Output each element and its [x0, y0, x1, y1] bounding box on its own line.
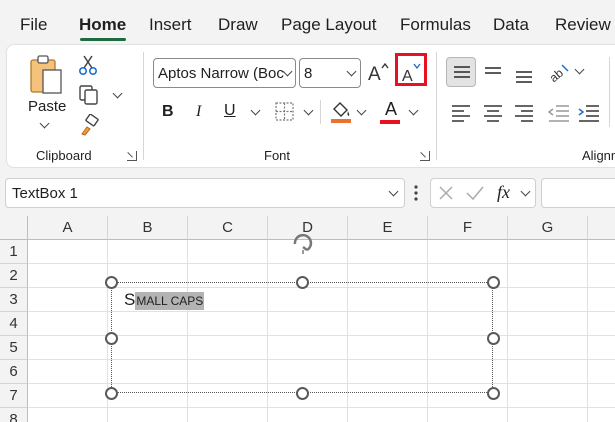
tab-data[interactable]: Data: [493, 15, 529, 35]
row-header[interactable]: 3: [0, 288, 28, 312]
separator: [609, 57, 610, 127]
italic-button[interactable]: I: [196, 103, 201, 121]
rotate-handle-icon[interactable]: [290, 232, 316, 254]
cancel-icon[interactable]: [437, 184, 455, 202]
gridline: [28, 407, 615, 408]
row-header[interactable]: 2: [0, 264, 28, 288]
resize-handle-left[interactable]: [105, 332, 118, 345]
group-separator: [143, 52, 144, 160]
tab-draw[interactable]: Draw: [218, 15, 258, 35]
row-header[interactable]: 1: [0, 240, 28, 264]
align-bottom-icon[interactable]: [509, 57, 539, 87]
ribbon-tabs: File Home Insert Draw Page Layout Formul…: [0, 0, 615, 44]
resize-handle-bottom[interactable]: [296, 387, 309, 400]
tab-insert[interactable]: Insert: [149, 15, 192, 35]
resize-handle-bottom-right[interactable]: [487, 387, 500, 400]
align-center-icon[interactable]: [480, 100, 506, 126]
chevron-down-icon: [346, 66, 357, 77]
column-header[interactable]: A: [28, 216, 108, 240]
active-tab-indicator: [80, 38, 126, 41]
row-header[interactable]: 8: [0, 408, 28, 422]
tab-home[interactable]: Home: [79, 15, 126, 35]
formula-input[interactable]: [541, 178, 615, 208]
row-header[interactable]: 5: [0, 336, 28, 360]
font-group-label: Font: [264, 148, 291, 163]
text-box-content[interactable]: SMALL CAPS: [124, 290, 205, 310]
row-header[interactable]: 6: [0, 360, 28, 384]
align-right-icon[interactable]: [511, 100, 537, 126]
fill-color-icon[interactable]: [329, 99, 353, 125]
column-header[interactable]: G: [508, 216, 588, 240]
clipboard-launcher-icon[interactable]: [127, 151, 137, 161]
tab-review[interactable]: Review: [555, 15, 611, 35]
name-box[interactable]: TextBox 1: [5, 178, 405, 208]
top-align-button[interactable]: [446, 57, 476, 87]
tab-formulas[interactable]: Formulas: [400, 15, 471, 35]
svg-text:ab: ab: [547, 66, 566, 85]
paste-label[interactable]: Paste: [28, 98, 66, 115]
clipboard-group-label: Clipboard: [36, 148, 92, 163]
column-header[interactable]: B: [108, 216, 188, 240]
paste-icon[interactable]: [28, 54, 66, 96]
resize-handle-top-left[interactable]: [105, 276, 118, 289]
alignment-group-label: Alignm: [582, 148, 615, 163]
resize-handle-bottom-left[interactable]: [105, 387, 118, 400]
excel-window: File Home Insert Draw Page Layout Formul…: [0, 0, 615, 422]
orientation-icon[interactable]: ab: [546, 59, 572, 85]
row-header[interactable]: 7: [0, 384, 28, 408]
font-launcher-icon[interactable]: [420, 151, 430, 161]
gridline: [28, 263, 615, 264]
font-size-value: 8: [304, 65, 313, 82]
font-name-value: Aptos Narrow (Boc: [158, 65, 284, 82]
resize-handle-top-right[interactable]: [487, 276, 500, 289]
column-header[interactable]: [588, 216, 615, 240]
name-box-value: TextBox 1: [12, 185, 78, 202]
font-color-button[interactable]: A: [385, 99, 397, 120]
group-separator: [436, 52, 437, 160]
insert-function-button[interactable]: fx: [497, 182, 510, 203]
align-top-icon: [454, 66, 470, 78]
chevron-down-icon: [388, 186, 399, 197]
align-left-icon[interactable]: [448, 100, 474, 126]
separator: [320, 100, 321, 124]
chevron-down-icon: [282, 66, 293, 77]
gridline: [587, 240, 588, 422]
select-all-corner[interactable]: [0, 216, 28, 240]
bold-button[interactable]: B: [162, 103, 174, 121]
format-painter-icon[interactable]: [78, 114, 100, 136]
svg-text:A: A: [368, 64, 381, 84]
borders-icon[interactable]: [274, 101, 296, 123]
more-options-icon[interactable]: [412, 182, 420, 204]
align-middle-icon[interactable]: [478, 57, 508, 87]
increase-indent-icon[interactable]: [576, 100, 602, 126]
column-header[interactable]: F: [428, 216, 508, 240]
enter-icon[interactable]: [465, 184, 485, 202]
gridline: [507, 240, 508, 422]
resize-handle-top[interactable]: [296, 276, 309, 289]
decrease-indent-icon[interactable]: [546, 100, 572, 126]
font-name-dropdown[interactable]: Aptos Narrow (Boc: [153, 58, 296, 88]
font-size-dropdown[interactable]: 8: [299, 58, 361, 88]
underline-button[interactable]: U: [224, 102, 236, 120]
increase-font-size-icon[interactable]: A: [367, 60, 391, 84]
text-box-selected-text: MALL CAPS: [135, 292, 205, 310]
copy-icon[interactable]: [78, 84, 100, 106]
column-header[interactable]: E: [348, 216, 428, 240]
tab-page-layout[interactable]: Page Layout: [281, 15, 376, 35]
resize-handle-right[interactable]: [487, 332, 500, 345]
column-header[interactable]: C: [188, 216, 268, 240]
font-color-swatch: [380, 120, 400, 124]
tab-file[interactable]: File: [20, 15, 47, 35]
row-header[interactable]: 4: [0, 312, 28, 336]
text-box-first-char: S: [124, 290, 136, 309]
chevron-down-icon[interactable]: [520, 186, 531, 197]
formula-controls: fx: [430, 178, 536, 208]
cut-icon[interactable]: [78, 54, 98, 76]
highlight-box: [395, 53, 427, 86]
